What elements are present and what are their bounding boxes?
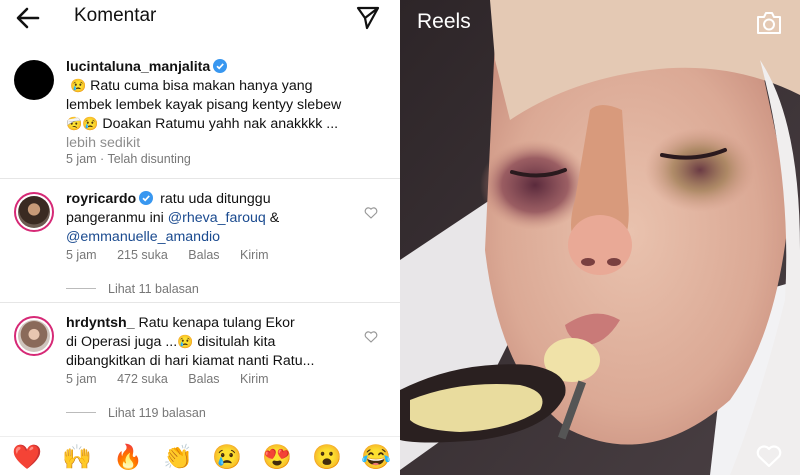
view-replies[interactable]: Lihat 119 balasan — [66, 406, 206, 420]
caption-line-3: Doakan Ratumu yahh nak anakkkk ... — [102, 116, 339, 132]
emoji-heart-button[interactable]: ❤️ — [12, 445, 42, 471]
send-button[interactable]: Kirim — [240, 372, 268, 386]
mention-link[interactable]: @rheva_farouq — [168, 210, 266, 226]
crying-emoji: 😢 — [177, 334, 194, 349]
reply-button[interactable]: Balas — [188, 372, 219, 386]
caption-meta: 5 jam · Telah disunting — [66, 152, 191, 166]
emoji-laughing-button[interactable]: 😂 — [361, 445, 391, 471]
heart-outline-icon[interactable] — [364, 206, 378, 220]
camera-icon[interactable] — [755, 10, 783, 36]
reply-line — [66, 288, 96, 289]
comment-text-c: disitulah kita — [197, 334, 276, 350]
caption-line-2: lembek lembek kayak pisang kentyy slebew — [66, 97, 342, 113]
page-title: Komentar — [74, 5, 157, 26]
caption-text: lucintaluna_manjalita 😢 Ratu cuma bisa m… — [66, 58, 366, 153]
reply-line — [66, 412, 96, 413]
comment-time: 5 jam — [66, 372, 97, 386]
comment-meta: 5 jam 215 suka Balas Kirim — [66, 248, 286, 262]
caption-line-1: Ratu cuma bisa makan hanya yang — [90, 78, 313, 94]
reel-bruise-right — [645, 128, 755, 212]
verified-icon — [213, 59, 228, 73]
reply-button[interactable]: Balas — [188, 248, 219, 262]
emoji-clap-button[interactable]: 👏 — [163, 445, 193, 471]
heart-outline-icon[interactable] — [364, 330, 378, 344]
comment-text-b: di Operasi juga ... — [66, 334, 178, 350]
comments-panel: Komentar lucintaluna_manjalita 😢 Ratu cu… — [0, 0, 400, 475]
like-count[interactable]: 472 suka — [117, 372, 168, 386]
emoji-fire-button[interactable]: 🔥 — [113, 445, 143, 471]
comment-text-a: ratu uda ditunggu — [160, 191, 271, 207]
username[interactable]: lucintaluna_manjalita — [66, 59, 210, 75]
reel-nostril — [581, 258, 595, 266]
caption: lucintaluna_manjalita 😢 Ratu cuma bisa m… — [0, 56, 400, 176]
show-less-link[interactable]: lebih sedikit — [66, 134, 366, 153]
emoji-heart-eyes-button[interactable]: 😍 — [262, 445, 292, 471]
verified-icon — [139, 191, 154, 205]
view-replies-label[interactable]: Lihat 11 balasan — [108, 282, 199, 296]
comment-text-a: Ratu kenapa tulang Ekor — [138, 315, 295, 331]
username[interactable]: royricardo — [66, 191, 136, 207]
reel-nostril — [607, 258, 621, 266]
bandage-emoji: 🤕😢 — [66, 116, 99, 131]
emoji-raising-hands-button[interactable]: 🙌 — [62, 445, 92, 471]
comment-text: hrdyntsh_ Ratu kenapa tulang Ekor di Ope… — [66, 314, 366, 371]
top-bar: Komentar — [0, 0, 400, 36]
emoji-quick-bar: ❤️ 🙌 🔥 👏 😢 😍 😮 😂 — [0, 436, 400, 475]
divider — [0, 302, 400, 303]
heart-outline-icon[interactable] — [755, 443, 783, 469]
comment-time: 5 jam — [66, 248, 97, 262]
like-count[interactable]: 215 suka — [117, 248, 168, 262]
comment-item: royricardo ratu uda ditunggu pangeranmu … — [0, 186, 400, 306]
comment-text: royricardo ratu uda ditunggu pangeranmu … — [66, 190, 366, 247]
reels-panel[interactable]: Reels — [400, 0, 800, 475]
divider — [0, 178, 400, 179]
mention-link[interactable]: @emmanuelle_amandio — [66, 229, 220, 245]
comment-text-b: pangeranmu ini — [66, 210, 164, 226]
username[interactable]: hrdyntsh_ — [66, 315, 135, 331]
avatar[interactable] — [14, 316, 54, 356]
crying-emoji: 😢 — [69, 78, 87, 93]
paper-plane-icon[interactable] — [355, 5, 381, 31]
avatar[interactable] — [14, 192, 54, 232]
view-replies-label[interactable]: Lihat 119 balasan — [108, 406, 206, 420]
comment-text-d: dibangkitkan di hari kiamat nanti Ratu..… — [66, 353, 315, 369]
avatar[interactable] — [14, 60, 54, 100]
emoji-surprised-button[interactable]: 😮 — [312, 445, 342, 471]
reel-video-frame[interactable] — [400, 0, 800, 475]
comment-item: hrdyntsh_ Ratu kenapa tulang Ekor di Ope… — [0, 310, 400, 430]
send-button[interactable]: Kirim — [240, 248, 268, 262]
ampersand: & — [269, 210, 280, 226]
emoji-crying-button[interactable]: 😢 — [212, 445, 242, 471]
view-replies[interactable]: Lihat 11 balasan — [66, 282, 199, 296]
reel-nose-tip — [568, 215, 632, 275]
comment-meta: 5 jam 472 suka Balas Kirim — [66, 372, 286, 386]
reels-title: Reels — [417, 10, 471, 33]
arrow-left-icon[interactable] — [14, 4, 42, 32]
